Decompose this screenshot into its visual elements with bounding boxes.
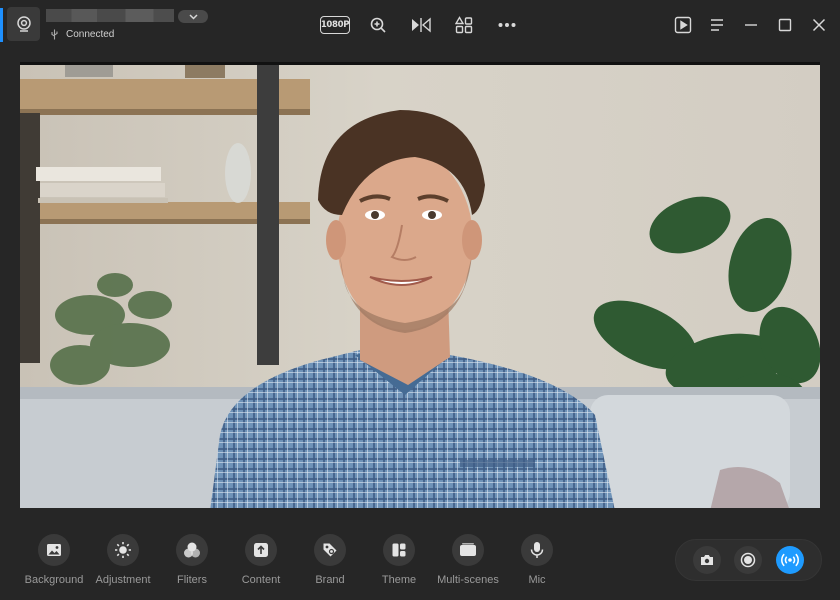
menu-button[interactable] [702,12,732,38]
tool-label: Fliters [177,574,207,586]
tool-multi-scenes[interactable]: Multi-scenes [434,534,502,586]
tool-label: Content [241,574,281,586]
status-text: Connected [66,29,115,40]
player-button[interactable] [668,12,698,38]
zoom-in-icon [370,17,386,33]
connection-status: Connected [50,29,114,40]
tool-label: Brand [315,574,345,586]
maximize-icon [778,18,792,32]
more-dots-icon [498,23,516,27]
live-stream-button[interactable] [776,546,805,574]
tag-icon [323,543,337,557]
capture-controls [675,539,822,581]
camera-preview [20,62,820,508]
resolution-button[interactable]: 1080P [320,12,350,38]
window-controls [668,12,834,38]
usb-icon [51,29,58,40]
widgets-button[interactable] [449,12,479,38]
tool-background[interactable]: Background [20,534,88,586]
tool-label: Multi-scenes [437,574,499,586]
filters-icon [184,542,200,558]
scenes-icon [460,543,476,556]
close-icon [812,18,826,32]
layout-icon [392,543,406,557]
play-box-icon [674,16,692,34]
minimize-button[interactable] [736,12,766,38]
webcam-icon[interactable] [7,7,40,41]
upload-icon [254,543,268,557]
view-controls: 1080P [320,12,522,38]
device-name-redacted [46,9,174,22]
mic-icon [530,542,544,558]
tool-filters[interactable]: Fliters [158,534,226,586]
chevron-down-icon [188,13,198,20]
zoom-button[interactable] [363,12,393,38]
camera-icon [700,555,713,565]
title-bar: Connected 1080P [0,0,840,50]
mirror-flip-icon [412,17,431,33]
tool-theme[interactable]: Theme [365,534,433,586]
camera-feed-image [20,65,820,508]
close-button[interactable] [804,12,834,38]
tool-brand[interactable]: Brand [296,534,364,586]
record-button[interactable] [734,546,763,574]
image-icon [47,544,61,556]
tool-label: Theme [381,574,417,586]
tool-content[interactable]: Content [227,534,295,586]
tool-label: Adjustment [95,574,151,586]
minimize-icon [745,24,757,26]
active-indicator [0,8,3,42]
tool-adjustment[interactable]: Adjustment [89,534,157,586]
maximize-button[interactable] [770,12,800,38]
tool-label: Mic [528,574,546,586]
mirror-button[interactable] [406,12,436,38]
more-button[interactable] [492,12,522,38]
device-dropdown[interactable] [178,10,208,23]
broadcast-icon [781,553,800,567]
tool-label: Background [24,574,84,586]
snapshot-button[interactable] [692,546,721,574]
resolution-badge: 1080P [320,16,350,34]
shapes-icon [455,16,473,34]
record-icon [741,552,756,568]
brightness-icon [115,542,131,558]
feature-toolbar: Background Adjustment Fliters Content Br… [20,534,571,586]
tool-mic[interactable]: Mic [503,534,571,586]
menu-icon [711,19,723,31]
